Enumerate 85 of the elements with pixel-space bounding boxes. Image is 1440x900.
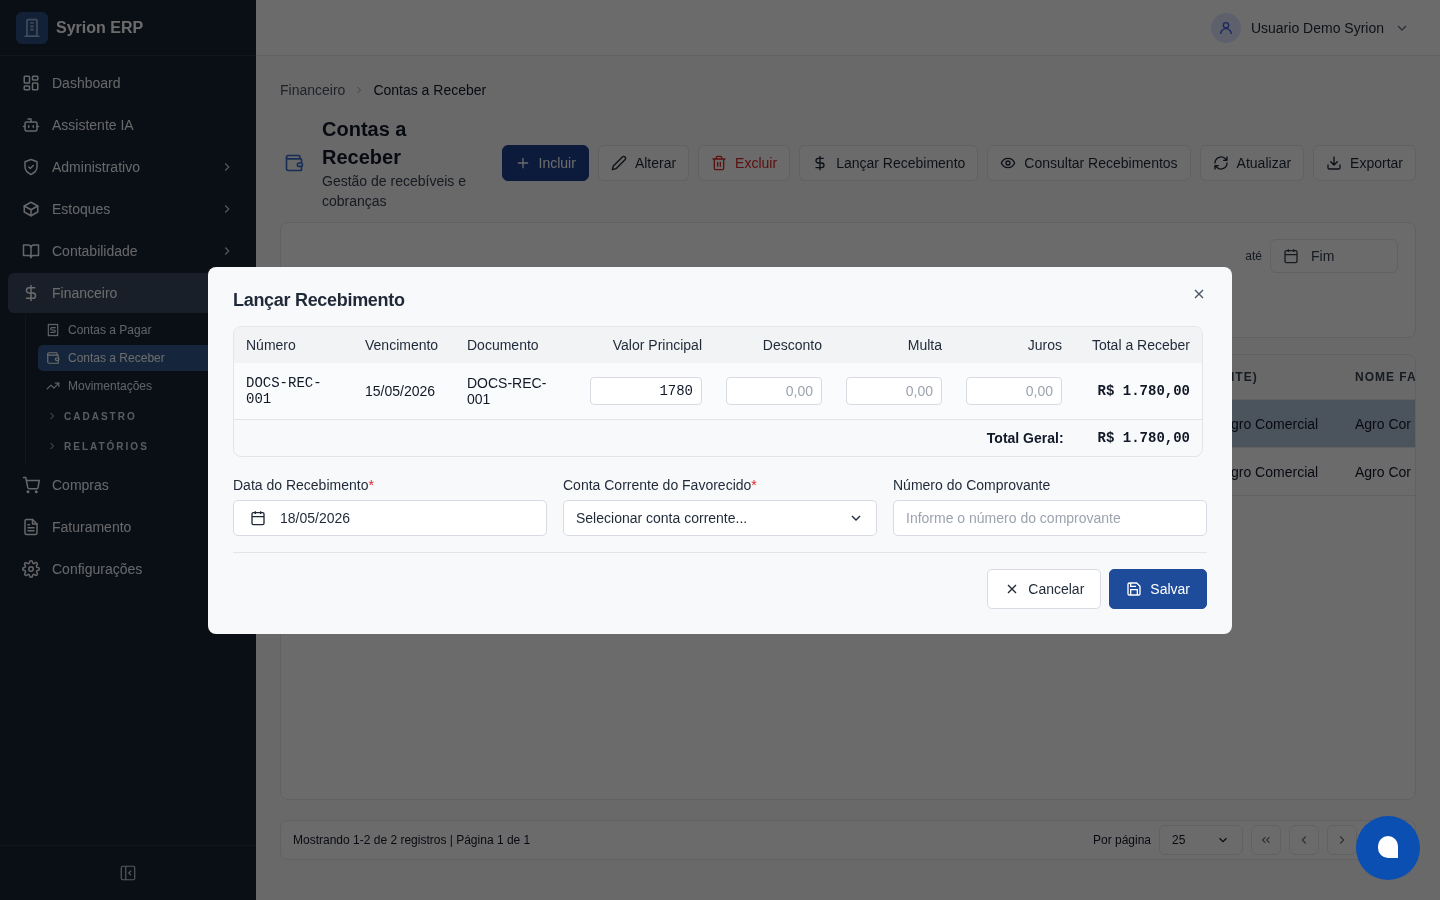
- toolbar-button[interactable]: Exportar: [1313, 145, 1416, 181]
- sidebar-section[interactable]: CADASTRO: [38, 401, 248, 431]
- sidebar-item[interactable]: Configurações: [8, 549, 248, 589]
- range-separator: até: [1245, 248, 1262, 265]
- refresh-icon: [1212, 155, 1229, 171]
- page-subtitle: Gestão de recebíveis e cobranças: [322, 172, 467, 211]
- sidebar-subitem[interactable]: Contas a Pagar: [38, 317, 248, 343]
- receipt-icon: [46, 323, 60, 337]
- end-date-field[interactable]: Fim: [1270, 239, 1398, 273]
- sidebar-item[interactable]: Estoques: [8, 189, 248, 229]
- user-menu[interactable]: Usuario Demo Syrion: [1210, 12, 1410, 43]
- calendar-icon: [250, 509, 266, 526]
- wallet-icon: [284, 153, 304, 173]
- table-cell-text: gro Comercial: [1231, 415, 1320, 432]
- field-label: Número do Comprovante: [893, 476, 1052, 493]
- interest-input[interactable]: 0,00: [966, 376, 1062, 405]
- breadcrumb-item: Contas a Receber: [373, 82, 487, 98]
- toolbar-button[interactable]: Excluir: [698, 145, 791, 181]
- save-icon: [1126, 580, 1143, 597]
- sidebar-subitem[interactable]: Movimentações: [38, 373, 248, 399]
- column-header: Desconto: [761, 336, 823, 353]
- discount-input[interactable]: 0,00: [726, 376, 822, 405]
- document-icon: [22, 518, 40, 536]
- table-cell-text: DOCS-REC-001: [245, 374, 323, 407]
- logo-icon: [16, 11, 48, 44]
- sidebar-item[interactable]: Administrativo: [8, 147, 248, 187]
- column-header: Vencimento: [364, 336, 440, 353]
- next-page-button[interactable]: [1327, 825, 1357, 855]
- column-header: Multa: [906, 336, 943, 353]
- toolbar-button[interactable]: Lançar Recebimento: [799, 145, 979, 181]
- table-cell-text: 15/05/2026: [364, 382, 437, 399]
- table-cell-text: R$ 1.780,00: [1096, 382, 1191, 399]
- toolbar-button[interactable]: Atualizar: [1199, 145, 1305, 181]
- column-header: Número: [245, 336, 297, 353]
- column-header: ITE): [1231, 370, 1259, 384]
- table-cell-text: Agro Cor: [1355, 415, 1413, 432]
- table-row[interactable]: gro Comercial Agro Cor: [1231, 400, 1415, 448]
- field-label: Conta Corrente do Favorecido*: [563, 476, 758, 493]
- sidebar-item[interactable]: Assistente IA: [8, 105, 248, 145]
- page-title: Contas a Receber: [322, 117, 408, 170]
- total-label: Total Geral:: [986, 429, 1064, 446]
- table-cell-text: Agro Cor: [1355, 463, 1413, 480]
- sidebar-item[interactable]: Dashboard: [8, 63, 248, 103]
- table-cell-text: DOCS-REC-001: [466, 374, 548, 407]
- cancel-button[interactable]: Cancelar: [987, 568, 1102, 609]
- column-header: Juros: [1026, 336, 1063, 353]
- cart-icon: [22, 476, 40, 494]
- toolbar-button[interactable]: Incluir: [501, 145, 589, 181]
- user-icon: [1217, 19, 1234, 36]
- toolbar-button[interactable]: Consultar Recebimentos: [987, 145, 1191, 181]
- chat-button[interactable]: [1356, 816, 1420, 880]
- column-header: Total a Receber: [1090, 336, 1191, 353]
- toolbar-button[interactable]: Alterar: [597, 145, 690, 181]
- fine-input[interactable]: 0,00: [846, 376, 942, 405]
- column-header: Valor Principal: [611, 336, 703, 353]
- pagination-summary: Mostrando 1-2 de 2 registros | Página 1 de 1: [293, 833, 531, 847]
- account-select[interactable]: Selecionar conta corrente...: [563, 499, 877, 536]
- eye-icon: [1000, 155, 1017, 171]
- app-name: Syrion ERP: [56, 18, 144, 37]
- sidebar-section[interactable]: RELATÓRIOS: [38, 431, 248, 461]
- column-header: Documento: [466, 336, 540, 353]
- table-cell-text: gro Comercial: [1231, 463, 1320, 480]
- date-field[interactable]: 18/05/2026: [233, 499, 547, 536]
- first-page-button[interactable]: [1251, 825, 1281, 855]
- grid-icon: [22, 74, 40, 92]
- settings-icon: [22, 560, 40, 578]
- save-button[interactable]: Salvar: [1109, 568, 1207, 609]
- per-page-select[interactable]: 25: [1159, 825, 1243, 855]
- sidebar-item[interactable]: Contabilidade: [8, 231, 248, 271]
- calendar-icon: [1283, 248, 1299, 264]
- breadcrumb-item[interactable]: Financeiro: [280, 82, 346, 98]
- total-value: R$ 1.780,00: [1097, 429, 1190, 446]
- wallet-icon: [46, 351, 60, 365]
- per-page-label: Por página: [1092, 833, 1151, 847]
- pencil-icon: [610, 155, 627, 171]
- robot-icon: [22, 116, 40, 134]
- input-field[interactable]: Informe o número do comprovante: [893, 499, 1207, 536]
- download-icon: [1326, 155, 1343, 171]
- book-icon: [22, 242, 40, 260]
- field-label: Data do Recebimento*: [233, 476, 375, 493]
- value-input[interactable]: 1780: [590, 376, 702, 405]
- box-icon: [22, 200, 40, 218]
- trash-icon: [711, 155, 728, 171]
- collapse-sidebar-icon[interactable]: [119, 864, 137, 882]
- shield-icon: [22, 158, 40, 176]
